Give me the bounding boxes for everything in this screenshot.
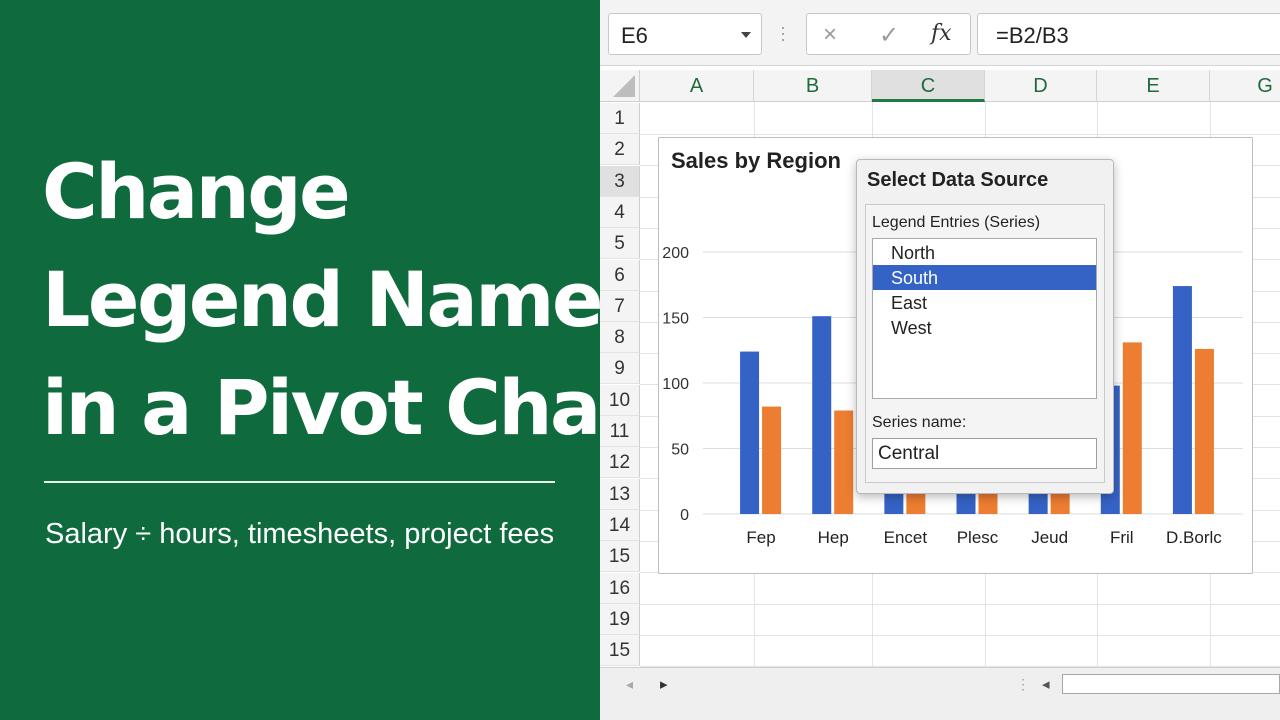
series-item-east[interactable]: East <box>873 290 1096 315</box>
grid-line <box>640 134 1280 135</box>
banner-title-line-3: in a Pivot Chart <box>42 363 670 452</box>
formula-buttons: × ✓ fx <box>806 13 971 55</box>
banner-title-line-1: Change <box>42 147 351 236</box>
row-header-12[interactable]: 12 <box>600 447 640 479</box>
series-item-south[interactable]: South <box>873 265 1096 290</box>
row-header-1[interactable]: 1 <box>600 103 640 134</box>
series-name-label: Series name: <box>872 414 967 431</box>
x-tick-label: Plesc <box>957 528 999 547</box>
row-header-15[interactable]: 15 <box>600 635 640 667</box>
banner-title: Change Legend Name in a Pivot Chart <box>42 138 670 462</box>
bar-Hep-series-1[interactable] <box>812 316 832 514</box>
bar-D.Borlc-series-2[interactable] <box>1194 348 1214 514</box>
row-header-7[interactable]: 7 <box>600 290 640 322</box>
y-tick-label: 200 <box>662 245 689 262</box>
cancel-icon[interactable]: × <box>823 21 837 49</box>
x-tick-label: Hep <box>818 528 849 547</box>
row-header-3[interactable]: 3 <box>600 165 640 197</box>
name-box[interactable]: E6 <box>608 13 762 55</box>
row-header-2[interactable]: 2 <box>600 134 640 166</box>
formula-bar: E6 · · · × ✓ fx =B2/B3 <box>600 0 1280 66</box>
bar-Fep-series-2[interactable] <box>762 406 782 514</box>
banner-subtitle: Salary ÷ hours, timesheets, project fees <box>45 518 555 550</box>
row-header-9[interactable]: 9 <box>600 353 640 385</box>
y-tick-label: 50 <box>671 442 689 459</box>
previous-sheet-icon[interactable]: ◂ <box>626 676 633 693</box>
grid-line <box>640 634 1280 636</box>
legend-entries-label: Legend Entries (Series) <box>872 214 1041 231</box>
row-header-16[interactable]: 16 <box>600 572 640 604</box>
horizontal-scroll-thumb[interactable] <box>1062 674 1280 694</box>
next-sheet-icon[interactable]: ▸ <box>660 675 668 693</box>
x-tick-label: Encet <box>884 528 928 547</box>
y-tick-label: 150 <box>662 311 689 328</box>
scroll-left-icon[interactable]: ◂ <box>1042 675 1050 693</box>
banner-divider <box>44 481 555 483</box>
bar-D.Borlc-series-1[interactable] <box>1172 286 1192 514</box>
column-header-c[interactable]: C <box>872 70 985 102</box>
bar-Hep-series-2[interactable] <box>834 410 854 514</box>
x-tick-label: Fep <box>746 528 775 547</box>
more-options-icon[interactable]: · · · <box>780 18 786 48</box>
x-tick-label: D.Borlc <box>1166 528 1222 547</box>
column-header-g[interactable]: G <box>1210 70 1280 102</box>
name-box-value: E6 <box>621 23 648 48</box>
row-header-14[interactable]: 14 <box>600 509 640 541</box>
select-all-button[interactable] <box>600 70 640 102</box>
enter-icon[interactable]: ✓ <box>879 21 899 50</box>
row-header-15[interactable]: 15 <box>600 541 640 573</box>
row-header-13[interactable]: 13 <box>600 478 640 510</box>
chevron-down-icon[interactable] <box>741 32 751 38</box>
dialog-title: Select Data Source <box>867 169 1049 191</box>
row-header-11[interactable]: 11 <box>600 416 640 447</box>
row-header-4[interactable]: 4 <box>600 196 640 228</box>
grid-line <box>640 603 1280 605</box>
y-tick-label: 100 <box>662 376 689 393</box>
column-header-e[interactable]: E <box>1097 70 1210 102</box>
row-header-6[interactable]: 6 <box>600 259 640 291</box>
column-header-d[interactable]: D <box>985 70 1097 102</box>
row-header-5[interactable]: 5 <box>600 228 640 260</box>
x-tick-label: Fril <box>1110 528 1134 547</box>
series-item-west[interactable]: West <box>873 315 1096 340</box>
x-tick-label: Jeud <box>1031 528 1068 547</box>
y-tick-label: 0 <box>680 507 689 524</box>
bar-Fril-series-2[interactable] <box>1122 342 1142 514</box>
column-header-b[interactable]: B <box>754 70 872 102</box>
banner-title-line-2: Legend Name <box>42 255 604 344</box>
insert-function-icon[interactable]: fx <box>931 21 952 46</box>
series-name-input[interactable]: Central <box>872 438 1097 469</box>
series-item-north[interactable]: North <box>873 240 1096 265</box>
split-handle-icon[interactable]: ⋮ <box>1016 676 1030 693</box>
row-header-8[interactable]: 8 <box>600 322 640 354</box>
row-header-19[interactable]: 19 <box>600 603 640 635</box>
bar-Fep-series-1[interactable] <box>740 351 760 514</box>
formula-input[interactable]: =B2/B3 <box>977 13 1280 55</box>
column-header-a[interactable]: A <box>640 70 754 102</box>
grid-line <box>640 666 1280 668</box>
row-header-10[interactable]: 10 <box>600 384 640 416</box>
